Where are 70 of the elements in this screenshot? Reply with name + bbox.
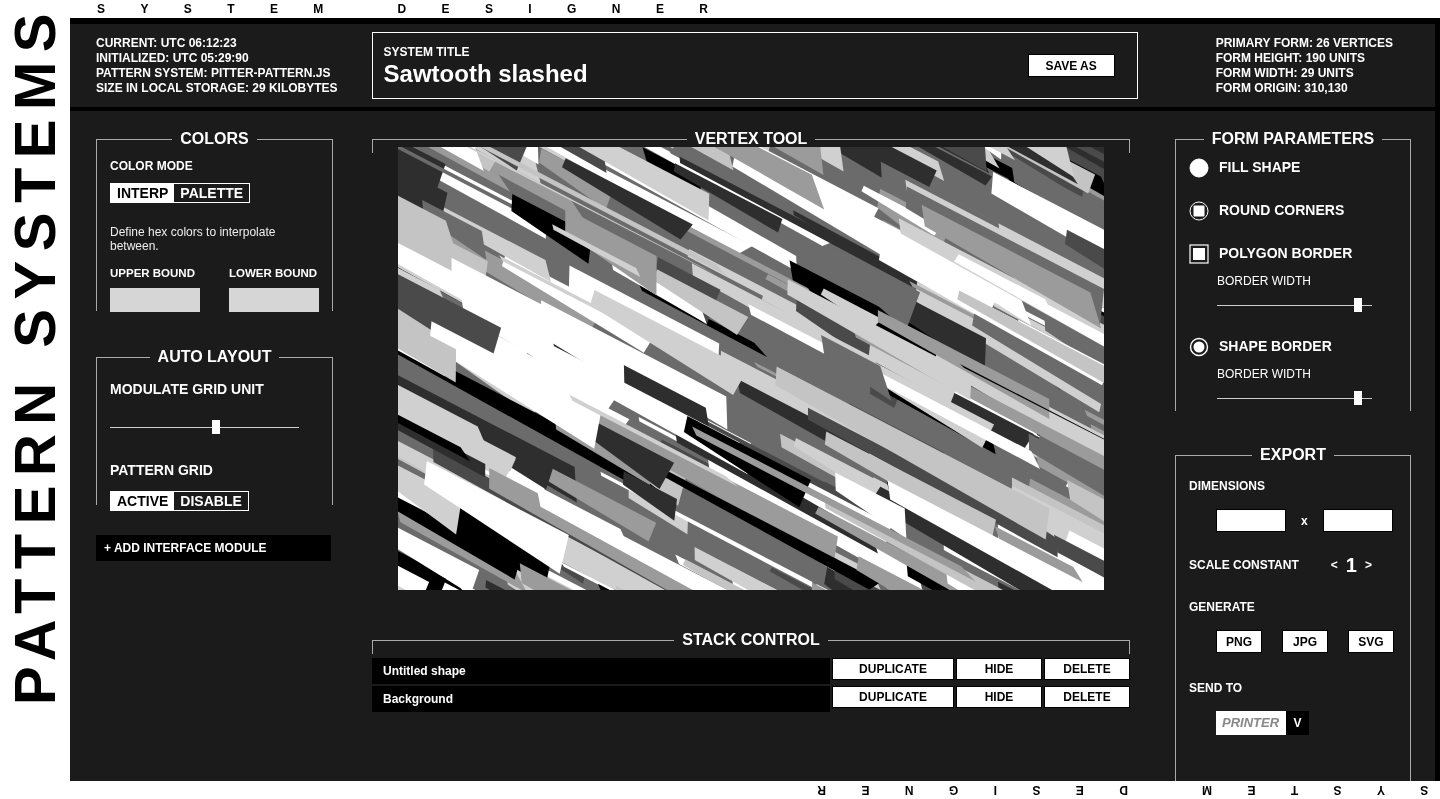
layer-action-button[interactable]: DELETE bbox=[1044, 686, 1130, 708]
field-label: SYSTEM TITLE bbox=[383, 44, 471, 62]
option-toggle-icon[interactable] bbox=[1189, 243, 1209, 264]
field-label: BORDER WIDTH bbox=[1217, 273, 1312, 290]
layer-name[interactable]: Untitled shape bbox=[372, 658, 830, 684]
format-button[interactable]: SVG bbox=[1348, 630, 1394, 653]
layer-action-button[interactable]: DUPLICATE bbox=[832, 658, 954, 680]
dimension-field[interactable] bbox=[1216, 509, 1286, 532]
format-button[interactable]: PNG bbox=[1216, 630, 1262, 653]
increment-button[interactable]: > bbox=[1360, 556, 1376, 574]
field-label: DIMENSIONS bbox=[1189, 478, 1266, 495]
option-label: POLYGON BORDER bbox=[1219, 244, 1353, 263]
field-label: SCALE CONSTANT bbox=[1189, 557, 1299, 574]
option-toggle-icon[interactable] bbox=[1189, 157, 1209, 178]
slider-thumb[interactable] bbox=[211, 420, 220, 434]
info-line: INITIALIZED: UTC 05:29:90 bbox=[96, 50, 250, 66]
banner-title: SYSTEM DESIGNER bbox=[781, 782, 1428, 799]
toggle-group[interactable]: ACTIVE DISABLE bbox=[110, 491, 249, 511]
panel-title: STACK CONTROL bbox=[681, 630, 821, 650]
info-line: FORM ORIGIN: 310,130 bbox=[1215, 80, 1349, 96]
panel-title: FORM PARAMETERS bbox=[1210, 129, 1376, 149]
layer-name[interactable]: Background bbox=[372, 686, 830, 712]
option-label: FILL SHAPE bbox=[1219, 158, 1301, 177]
panel-title: EXPORT bbox=[1259, 445, 1327, 465]
panel-title: COLORS bbox=[179, 129, 250, 149]
dropdown-toggle[interactable]: V bbox=[1286, 711, 1309, 735]
info-line: FORM WIDTH: 29 UNITS bbox=[1215, 65, 1355, 81]
slider-thumb[interactable] bbox=[1354, 391, 1363, 405]
field-label: SEND TO bbox=[1189, 680, 1244, 697]
side-title: PATTERN SYSTEMS bbox=[6, 4, 64, 706]
system-title: Sawtooth slashed bbox=[383, 61, 588, 88]
toggle-option[interactable]: DISABLE bbox=[174, 492, 248, 510]
option-toggle-icon[interactable] bbox=[1189, 336, 1209, 357]
scale-value: 1 bbox=[1344, 553, 1358, 578]
times-sign: x bbox=[1301, 512, 1308, 530]
field-label: UPPER BOUND bbox=[110, 266, 196, 281]
color-field[interactable] bbox=[229, 288, 319, 313]
field-label: PATTERN GRID bbox=[110, 461, 214, 480]
dimension-field[interactable] bbox=[1322, 509, 1393, 532]
description-text: Define hex colors to interpolate between. bbox=[110, 225, 277, 253]
add-module-button[interactable]: + ADD INTERFACE MODULE bbox=[96, 535, 331, 561]
info-line: FORM HEIGHT: 190 UNITS bbox=[1215, 50, 1366, 66]
field-label: GENERATE bbox=[1189, 599, 1256, 616]
option-label: ROUND CORNERS bbox=[1219, 201, 1345, 220]
layer-action-button[interactable]: DUPLICATE bbox=[832, 686, 954, 708]
panel-title: AUTO LAYOUT bbox=[156, 347, 273, 367]
panel-title: VERTEX TOOL bbox=[693, 129, 809, 149]
field-label: COLOR MODE bbox=[110, 158, 194, 175]
slider-thumb[interactable] bbox=[1354, 298, 1363, 312]
toggle-group[interactable]: INTERP PALETTE bbox=[110, 183, 251, 203]
field-label: MODULATE GRID UNIT bbox=[110, 380, 265, 399]
info-line: CURRENT: UTC 06:12:23 bbox=[96, 35, 238, 51]
option-label: SHAPE BORDER bbox=[1219, 337, 1332, 356]
info-line: PRIMARY FORM: 26 VERTICES bbox=[1215, 35, 1393, 51]
decrement-button[interactable]: < bbox=[1326, 556, 1342, 574]
field-label: BORDER WIDTH bbox=[1217, 366, 1312, 383]
banner-title: SYSTEM DESIGNER bbox=[97, 2, 744, 16]
field-label: LOWER BOUND bbox=[229, 266, 319, 281]
info-line: PATTERN SYSTEM: PITTER-PATTERN.JS bbox=[96, 65, 332, 81]
format-button[interactable]: JPG bbox=[1282, 630, 1328, 653]
toggle-option[interactable]: PALETTE bbox=[174, 184, 250, 202]
layer-action-button[interactable]: HIDE bbox=[956, 686, 1042, 708]
info-line: SIZE IN LOCAL STORAGE: 29 KILOBYTES bbox=[96, 80, 338, 96]
color-field[interactable] bbox=[110, 288, 200, 313]
layer-action-button[interactable]: DELETE bbox=[1044, 658, 1130, 680]
toggle-option[interactable]: ACTIVE bbox=[111, 492, 175, 510]
option-toggle-icon[interactable] bbox=[1189, 200, 1209, 221]
save-as-button[interactable]: SAVE AS bbox=[1027, 54, 1115, 77]
layer-action-button[interactable]: HIDE bbox=[956, 658, 1042, 680]
toggle-option[interactable]: INTERP bbox=[111, 184, 175, 202]
